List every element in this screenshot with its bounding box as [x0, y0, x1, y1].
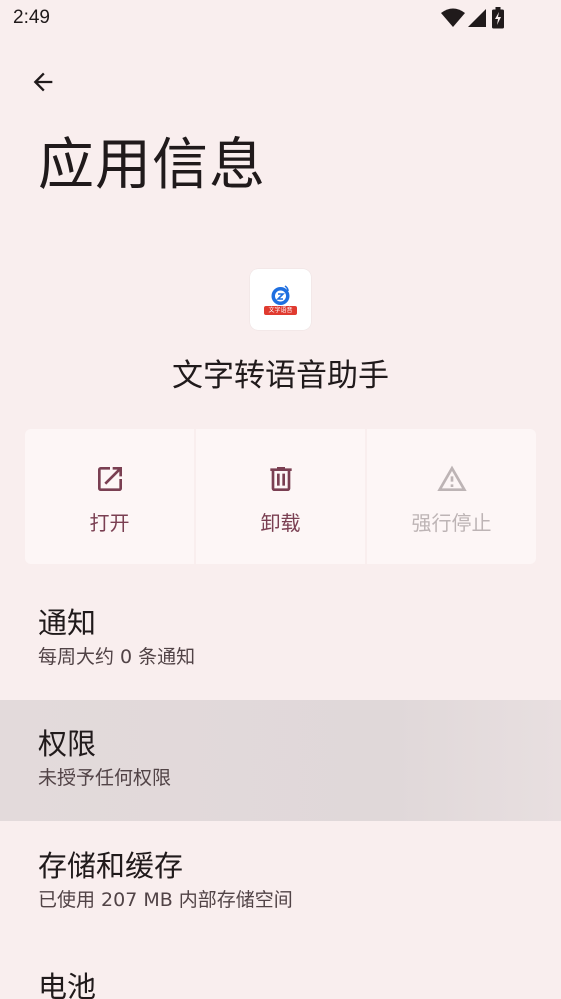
back-button[interactable]: [22, 61, 64, 103]
settings-item-subtitle: 已使用 207 MB 内部存储空间: [38, 889, 293, 911]
open-external-icon: [97, 467, 122, 491]
app-icon-label: 文字语音: [268, 307, 293, 314]
force-stop-button-label: 强行停止: [411, 511, 492, 535]
settings-item-storage[interactable]: 存储和缓存 已使用 207 MB 内部存储空间: [0, 848, 561, 942]
battery-charging-icon: [492, 7, 504, 29]
action-buttons: 打开 卸载 强行停止: [25, 429, 536, 564]
uninstall-button-label: 卸载: [260, 511, 301, 535]
open-button[interactable]: 打开: [25, 429, 194, 564]
app-info-screen: 2:49 应用信息 文字语音 文字转语音助手 打开 卸载 强行停止 通知 每周大…: [0, 0, 561, 999]
force-stop-button[interactable]: 强行停止: [367, 429, 536, 564]
app-icon: [250, 269, 311, 330]
arrow-back-icon: [33, 72, 53, 92]
settings-item-title: 电池: [38, 970, 97, 999]
uninstall-button[interactable]: 卸载: [196, 429, 365, 564]
status-time: 2:49: [13, 7, 50, 28]
app-name: 文字转语音助手: [172, 358, 389, 394]
settings-item-title: 权限: [38, 727, 97, 761]
app-logo-icon: [264, 285, 297, 315]
settings-item-notifications[interactable]: 通知 每周大约 0 条通知: [0, 605, 561, 699]
cell-signal-icon: [468, 9, 486, 27]
settings-item-title: 存储和缓存: [38, 849, 184, 883]
open-button-label: 打开: [89, 511, 130, 535]
settings-item-battery[interactable]: 电池: [0, 969, 561, 999]
page-title: 应用信息: [38, 133, 266, 198]
settings-item-subtitle: 每周大约 0 条通知: [38, 646, 196, 668]
settings-item-permissions[interactable]: 权限 未授予任何权限: [0, 700, 561, 821]
settings-item-subtitle: 未授予任何权限: [38, 767, 172, 789]
wifi-icon: [441, 8, 465, 27]
settings-item-title: 通知: [38, 606, 97, 640]
status-bar: 2:49: [0, 0, 561, 38]
trash-icon: [269, 467, 292, 491]
warning-icon: [436, 465, 467, 491]
